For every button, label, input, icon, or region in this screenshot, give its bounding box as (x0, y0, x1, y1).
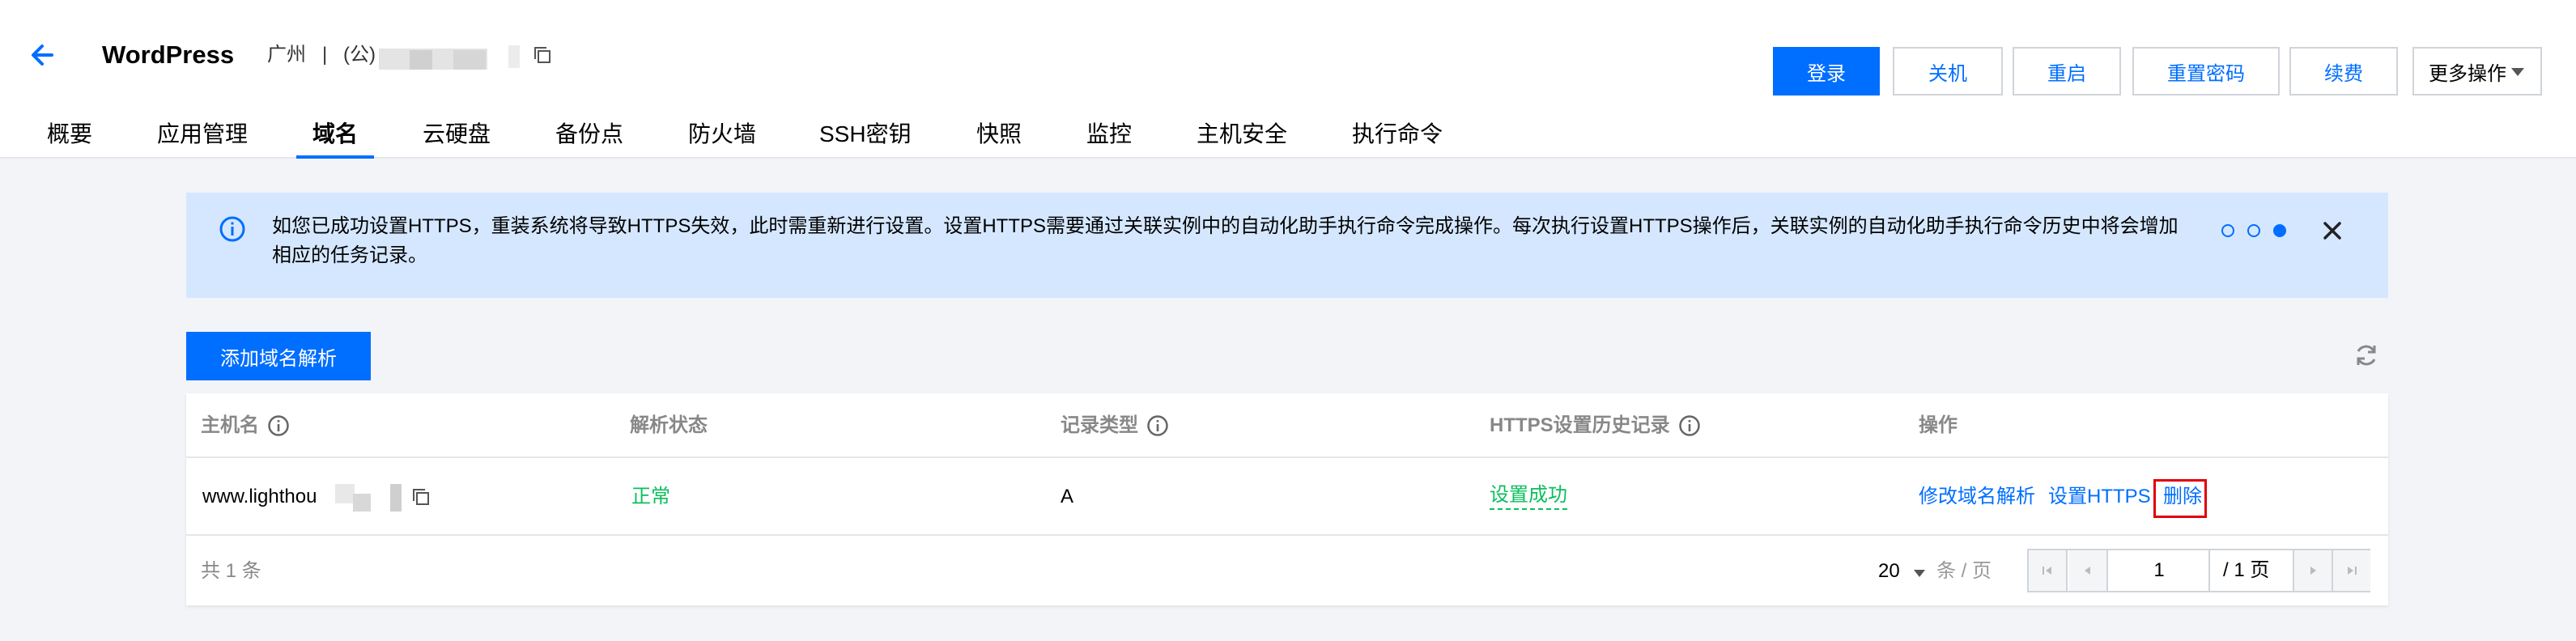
page-size-unit: 条 / 页 (1936, 560, 1992, 582)
column-header-label: 操作 (1919, 414, 1958, 436)
delete-highlight-box (2153, 479, 2207, 518)
domain-table: 主机名 解析状态 记录类型 HTTPS设置历史记录 操作 www.lightho… (186, 393, 2388, 605)
https-notice-banner: 如您已成功设置HTTPS，重装系统将导致HTTPS失效，此时需重新进行设置。设置… (186, 193, 2388, 298)
page-size-select[interactable]: 20 (1878, 557, 1900, 586)
notice-page-dot-2[interactable] (2247, 224, 2260, 237)
column-header-label: 记录类型 (1061, 414, 1138, 436)
ip-type-label: (公) (343, 44, 376, 66)
tab-host-security[interactable]: 主机安全 (1197, 118, 1287, 151)
notice-text: 如您已成功设置HTTPS，重装系统将导致HTTPS失效，此时需重新进行设置。设置… (272, 215, 2179, 266)
next-page-button[interactable] (2293, 550, 2332, 591)
tab-app-management[interactable]: 应用管理 (157, 118, 248, 151)
tab-ssh-key[interactable]: SSH密钥 (819, 118, 912, 151)
add-domain-record-button[interactable]: 添加域名解析 (186, 332, 371, 380)
info-tip-icon[interactable] (1678, 414, 1701, 437)
restart-button[interactable]: 重启 (2013, 47, 2121, 96)
tab-backup-point[interactable]: 备份点 (555, 118, 623, 151)
meta-separator: | (322, 44, 328, 66)
redacted-ip-part (508, 45, 520, 68)
tab-monitoring[interactable]: 监控 (1086, 118, 1132, 151)
column-header-hostname: 主机名 (201, 411, 290, 440)
region-label: 广州 (267, 44, 306, 66)
column-header-label: HTTPS设置历史记录 (1490, 414, 1670, 436)
column-header-actions: 操作 (1919, 411, 1958, 440)
redacted-ip-part (410, 50, 432, 70)
total-pages: / 1 页 (2223, 559, 2270, 581)
table-pagination: 共 1 条 20 条 / 页 / 1 页 (186, 536, 2388, 605)
tab-execute-command[interactable]: 执行命令 (1352, 118, 1443, 151)
hostname-cell: www.lighthou (202, 486, 317, 507)
first-page-button[interactable] (2029, 550, 2068, 591)
more-actions-label: 更多操作 (2429, 62, 2506, 85)
column-header-label: 解析状态 (630, 414, 708, 436)
tab-snapshot[interactable]: 快照 (976, 118, 1022, 151)
redacted-ip-part (453, 50, 486, 70)
pager: / 1 页 (2027, 549, 2370, 592)
shutdown-button[interactable]: 关机 (1893, 47, 2003, 96)
renew-button[interactable]: 续费 (2289, 47, 2398, 96)
active-tab-indicator (296, 155, 374, 159)
reset-password-button[interactable]: 重置密码 (2132, 47, 2280, 96)
total-count: 共 1 条 (201, 560, 261, 582)
column-header-record-type: 记录类型 (1061, 411, 1169, 440)
more-actions-dropdown[interactable]: 更多操作 (2412, 47, 2542, 96)
tab-overview[interactable]: 概要 (47, 118, 92, 151)
redacted-hostname-part (353, 494, 371, 512)
table-row: www.lighthou 正常 A 设置成功 修改域名解析 设置HTTPS 删除 (186, 458, 2388, 536)
redacted-hostname (335, 484, 355, 503)
https-history-link[interactable]: 设置成功 (1490, 482, 1567, 510)
current-page-input[interactable] (2110, 550, 2210, 591)
caret-down-icon[interactable] (1914, 570, 1925, 577)
redacted-hostname-part (390, 484, 402, 512)
prev-page-button[interactable] (2069, 550, 2108, 591)
column-header-status: 解析状态 (630, 411, 708, 440)
caret-down-icon (2511, 68, 2524, 76)
close-icon[interactable] (2320, 219, 2344, 243)
info-tip-icon[interactable] (267, 414, 290, 437)
copy-hostname-icon[interactable] (411, 487, 431, 507)
copy-ip-icon[interactable] (533, 45, 552, 65)
instance-header: WordPress 广州 | (公) 登录 关机 重启 重置密码 续费 更多操作… (0, 0, 2576, 159)
refresh-icon[interactable] (2353, 342, 2380, 369)
next-page-icon (2310, 567, 2316, 575)
back-arrow-icon[interactable] (28, 39, 60, 71)
first-page-icon (2043, 567, 2051, 575)
login-button[interactable]: 登录 (1773, 47, 1880, 96)
edit-record-link[interactable]: 修改域名解析 (1919, 482, 2035, 512)
column-header-https-history: HTTPS设置历史记录 (1490, 411, 1701, 440)
table-header: 主机名 解析状态 记录类型 HTTPS设置历史记录 操作 (186, 393, 2388, 458)
tab-domain[interactable]: 域名 (312, 118, 358, 151)
set-https-link[interactable]: 设置HTTPS (2048, 482, 2151, 512)
notice-page-dot-3[interactable] (2273, 224, 2286, 237)
prev-page-icon (2085, 567, 2090, 575)
tab-cloud-disk[interactable]: 云硬盘 (423, 118, 491, 151)
notice-page-dot-1[interactable] (2221, 224, 2234, 237)
instance-title: WordPress (102, 40, 235, 69)
last-page-button[interactable] (2332, 550, 2370, 591)
column-header-label: 主机名 (201, 414, 259, 436)
status-cell: 正常 (631, 486, 670, 507)
info-tip-icon[interactable] (1146, 414, 1169, 437)
tab-firewall[interactable]: 防火墙 (688, 118, 756, 151)
last-page-icon (2348, 567, 2357, 575)
info-icon (219, 216, 245, 242)
record-type-cell: A (1061, 486, 1074, 507)
